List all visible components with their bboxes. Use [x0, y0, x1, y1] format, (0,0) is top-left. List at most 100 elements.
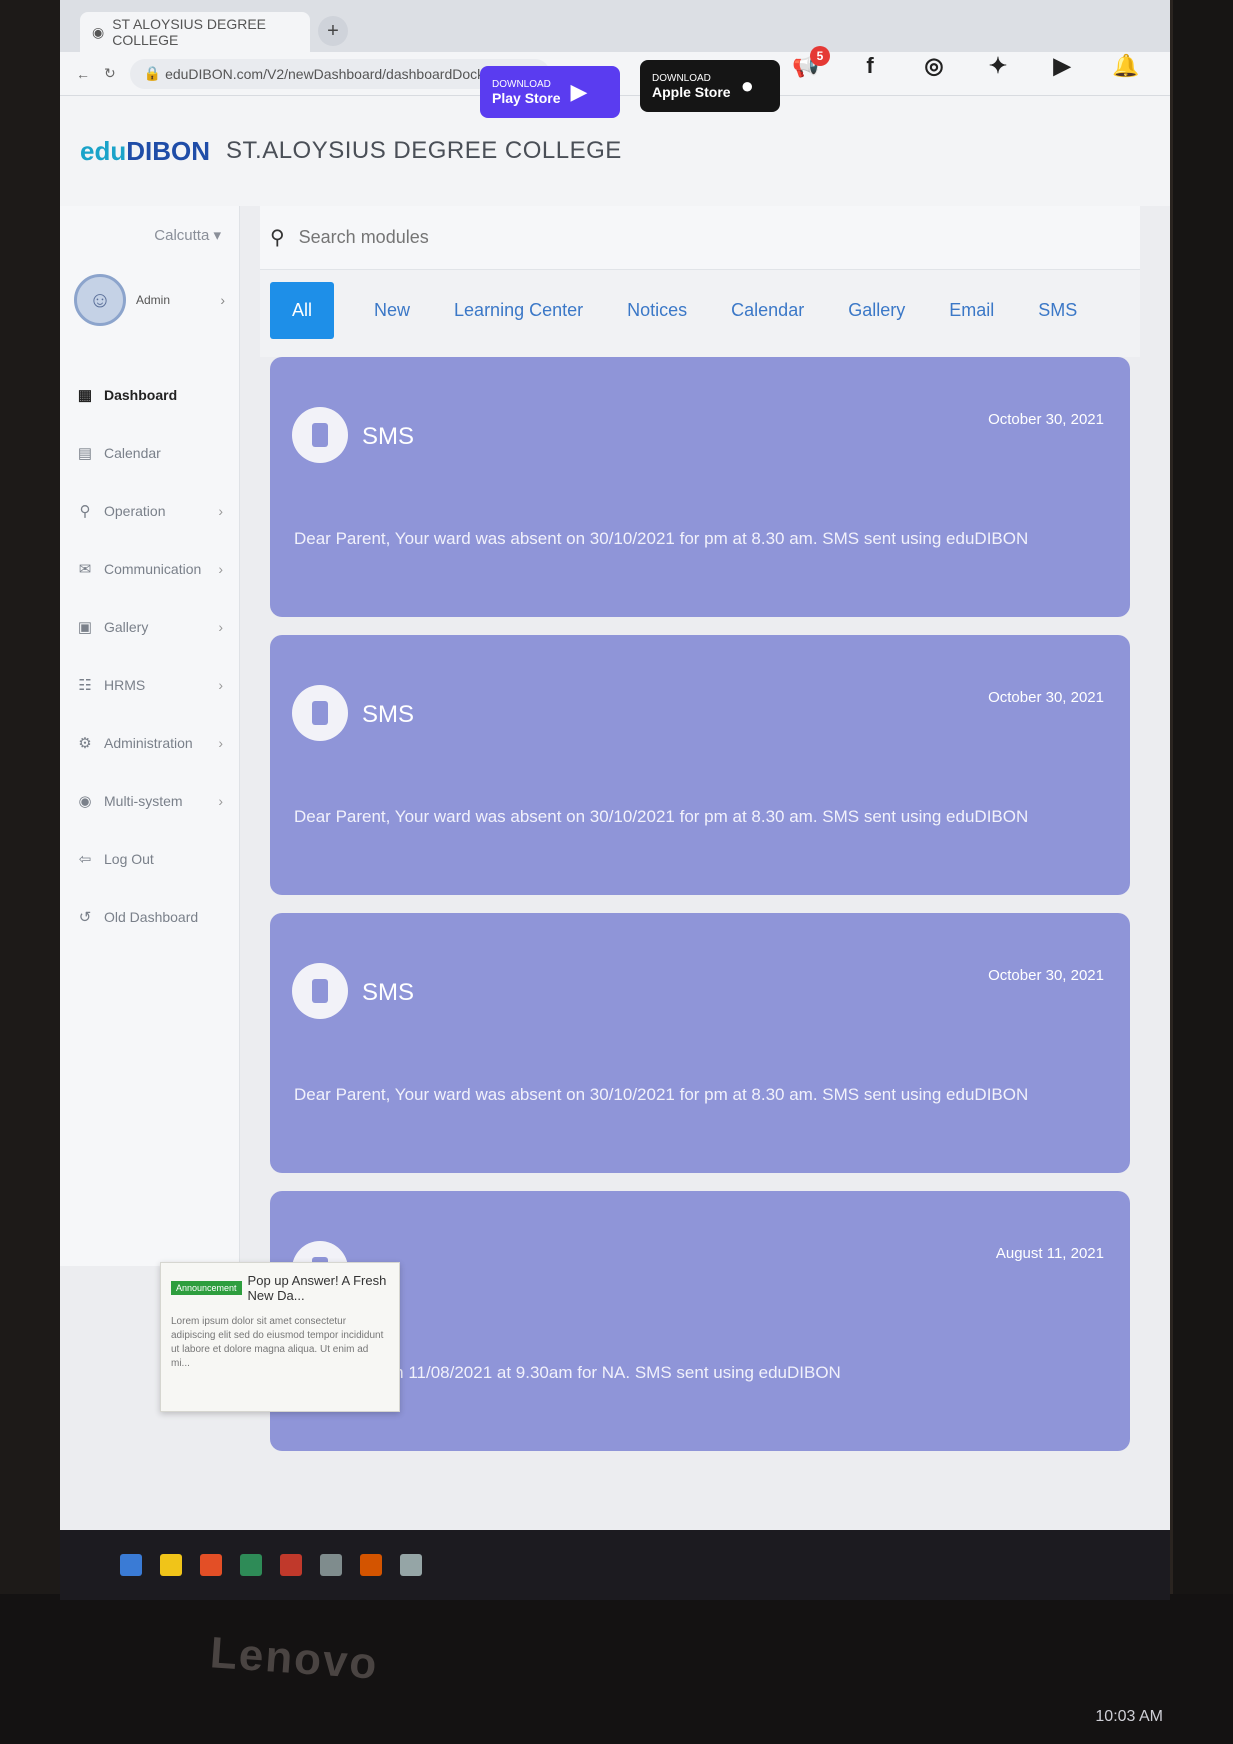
chevron-right-icon: ›	[218, 735, 223, 751]
monitor-bezel-bottom: Lenovo 10:03 AM	[0, 1594, 1233, 1744]
twitter-icon[interactable]: ✦	[984, 52, 1012, 80]
card-date: August 11, 2021	[995, 1245, 1104, 1262]
sidebar-item-label: Multi-system	[104, 793, 183, 809]
sidebar-item-label: HRMS	[104, 677, 146, 693]
card-date: October 30, 2021	[988, 411, 1104, 428]
feed-card[interactable]: SMS October 30, 2021 Dear Parent, Your war…	[270, 357, 1130, 617]
sidebar-item-administration[interactable]: ⚙ Administration ›	[60, 714, 239, 772]
sidebar-item-calendar[interactable]: ▤ Calendar	[60, 424, 239, 482]
instagram-icon[interactable]: ◎	[920, 52, 948, 80]
app-store-label: Apple Store	[652, 83, 731, 100]
chevron-right-icon: ›	[220, 292, 225, 308]
chrome-icon[interactable]	[200, 1554, 222, 1576]
tab-new[interactable]: New	[370, 286, 414, 335]
back-icon[interactable]: ←	[76, 66, 90, 82]
sidebar-item-gallery[interactable]: ▣ Gallery ›	[60, 598, 239, 656]
profile-name: Admin	[136, 293, 171, 307]
youtube-icon[interactable]: ▶	[1048, 52, 1076, 80]
calendar-icon: ▤	[77, 445, 93, 462]
logout-icon: ⇦	[78, 851, 92, 868]
hrms-icon: ☷	[78, 677, 92, 694]
sidebar-nav: ▦ Dashboard ▤ Calendar ⚲ Operation › ✉ Communica…	[60, 366, 239, 946]
app-icon[interactable]	[360, 1554, 382, 1576]
folder-icon[interactable]	[160, 1554, 182, 1576]
communication-icon: ✉	[78, 561, 92, 578]
taskbar-clock: 10:03 AM	[1095, 1708, 1163, 1725]
chevron-right-icon: ›	[218, 793, 223, 809]
sidebar-item-hrms[interactable]: ☷ HRMS ›	[60, 656, 239, 714]
multisystem-icon: ◉	[78, 793, 92, 810]
card-message: Dear Parent, Your ward was absent on 30/…	[294, 807, 1029, 826]
profile[interactable]: ☺ Admin ›	[60, 274, 239, 326]
new-tab-button[interactable]: +	[318, 16, 348, 46]
administration-icon: ⚙	[78, 735, 92, 752]
tab-notices[interactable]: Notices	[623, 286, 691, 335]
browser-tab[interactable]: ◉ ST ALOYSIUS DEGREE COLLEGE	[80, 12, 310, 52]
bell-icon[interactable]: 🔔	[1112, 52, 1140, 80]
play-store-label: Play Store	[492, 89, 561, 106]
popup-title: Pop up Answer! A Fresh New Da...	[247, 1273, 387, 1303]
card-message: Dear Parent, Your ward was absent on 30/…	[294, 1085, 1029, 1104]
app-header: eduDIBON ST.ALOYSIUS DEGREE COLLEGE DOWN…	[60, 46, 1170, 206]
gallery-icon: ▣	[77, 619, 93, 636]
sidebar-item-log-out[interactable]: ⇦ Log Out	[60, 830, 239, 888]
edudibon-logo[interactable]: eduDIBON	[80, 136, 210, 167]
app-icon[interactable]	[280, 1554, 302, 1576]
facebook-icon[interactable]: f	[856, 52, 884, 80]
sms-icon	[292, 963, 348, 1019]
feed-card[interactable]: SMS October 30, 2021 Dear Parent, Your war…	[270, 635, 1130, 895]
tab-calendar[interactable]: Calendar	[727, 286, 808, 335]
app-store-small: DOWNLOAD	[652, 72, 711, 84]
module-tabs: All New Learning Center Notices Calendar Gall…	[260, 270, 1140, 357]
sidebar-item-communication[interactable]: ✉ Communication ›	[60, 540, 239, 598]
tab-gallery[interactable]: Gallery	[844, 286, 909, 335]
popup-body: Lorem ipsum dolor sit amet consectetur a…	[171, 1316, 384, 1369]
operation-icon: ⚲	[79, 503, 91, 520]
card-type: SMS	[362, 701, 415, 728]
megaphone-icon[interactable]: 📢 5	[792, 46, 830, 80]
logo-edu: edu	[80, 135, 127, 166]
chevron-right-icon: ›	[218, 561, 223, 577]
chevron-right-icon: ›	[218, 503, 223, 519]
tab-sms[interactable]: SMS	[1034, 286, 1081, 335]
announcement-popup[interactable]: Announcement Pop up Answer! A Fresh New …	[160, 1262, 400, 1412]
favicon-icon: ◉	[92, 23, 105, 40]
play-store-button[interactable]: DOWNLOAD Play Store ▶	[480, 66, 620, 118]
search-bar: ⚲	[260, 206, 1140, 270]
sidebar-item-multi-system[interactable]: ◉ Multi-system ›	[60, 772, 239, 830]
sidebar-item-dashboard[interactable]: ▦ Dashboard	[60, 366, 239, 424]
tab-email[interactable]: Email	[945, 286, 998, 335]
sidebar-item-label: Operation	[104, 503, 166, 519]
chevron-right-icon: ›	[218, 619, 223, 635]
app-icon[interactable]	[400, 1554, 422, 1576]
header-icons: 📢 5 f ◎ ✦ ▶ 🔔	[792, 46, 1140, 80]
app-icon[interactable]	[320, 1554, 342, 1576]
browser-tab-title: ST ALOYSIUS DEGREE COLLEGE	[112, 16, 267, 48]
sms-icon	[292, 685, 348, 741]
dashboard-icon: ▦	[77, 387, 93, 404]
sidebar-item-label: Calendar	[104, 445, 161, 461]
tab-learning-center[interactable]: Learning Center	[450, 286, 587, 335]
browser-tab-strip: ◉ ST ALOYSIUS DEGREE COLLEGE +	[60, 0, 1170, 52]
apple-icon: ●	[740, 73, 754, 98]
monitor-brand: Lenovo	[208, 1628, 380, 1689]
location-select[interactable]: Calcutta ▾	[60, 226, 239, 244]
play-icon: ▶	[570, 79, 588, 104]
screen: ◉ ST ALOYSIUS DEGREE COLLEGE + ← ↻ 🔒 edu…	[60, 0, 1170, 1600]
search-input[interactable]	[298, 227, 799, 248]
sidebar-item-operation[interactable]: ⚲ Operation ›	[60, 482, 239, 540]
start-icon[interactable]	[120, 1554, 142, 1576]
app-store-button[interactable]: DOWNLOAD Apple Store ●	[640, 60, 780, 112]
sidebar-item-old-dashboard[interactable]: ↺ Old Dashboard	[60, 888, 239, 946]
lock-icon: 🔒	[143, 65, 166, 81]
sms-icon	[292, 407, 348, 463]
app-icon[interactable]	[240, 1554, 262, 1576]
sidebar-item-label: Dashboard	[104, 387, 178, 403]
tab-all[interactable]: All	[270, 282, 335, 339]
reload-icon[interactable]: ↻	[104, 65, 116, 82]
sidebar-item-label: Log Out	[104, 851, 154, 867]
card-date: October 30, 2021	[988, 689, 1104, 706]
os-taskbar	[60, 1530, 1170, 1600]
feed-card[interactable]: SMS October 30, 2021 Dear Parent, Your war…	[270, 913, 1130, 1173]
notification-badge: 5	[810, 46, 830, 66]
